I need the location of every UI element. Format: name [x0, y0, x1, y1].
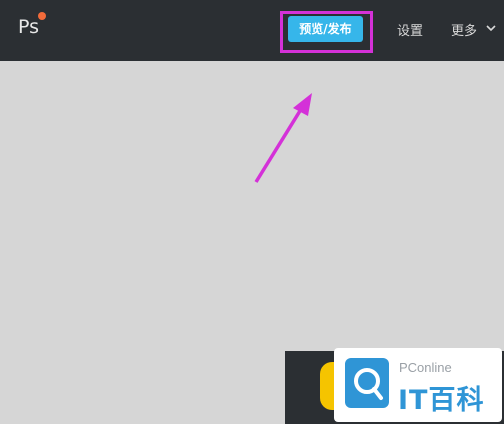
watermark-site-text: PConline: [399, 360, 452, 375]
watermark-logo-icon: [345, 358, 389, 408]
watermark-brand-text: IT百科: [398, 385, 485, 416]
